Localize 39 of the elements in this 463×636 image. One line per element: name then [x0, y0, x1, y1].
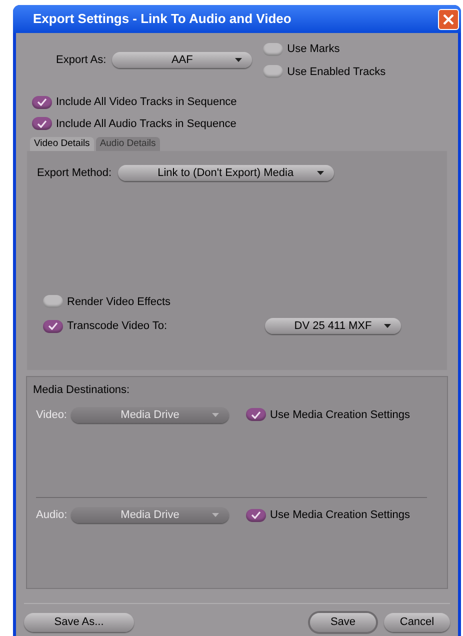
- checkbox[interactable]: [263, 42, 284, 56]
- window-title: Export Settings - Link To Audio and Video: [33, 10, 292, 28]
- dropdown[interactable]: Link to (Don't Export) Media: [118, 165, 334, 182]
- close-button[interactable]: [438, 8, 459, 30]
- option-label: Transcode Video To:: [67, 319, 168, 334]
- export-as-label: Export As:: [56, 53, 106, 68]
- checked-checkbox[interactable]: [32, 117, 52, 130]
- dropdown[interactable]: DV 25 411 MXF: [265, 318, 401, 334]
- caret-icon: [316, 171, 324, 176]
- dropdown[interactable]: AAF: [112, 52, 252, 68]
- option-label: Use Enabled Tracks: [287, 64, 386, 80]
- check-icon: [37, 98, 47, 106]
- check-icon: [48, 322, 58, 330]
- option-label: Use Media Creation Settings: [270, 408, 410, 422]
- destination-label: Video:: [36, 408, 68, 422]
- caret-icon: [384, 324, 391, 328]
- section-title: Media Destinations:: [33, 383, 131, 398]
- checkbox[interactable]: [43, 295, 63, 308]
- destination-label: Audio:: [36, 508, 68, 523]
- export-method-label: Export Method:: [37, 166, 112, 181]
- checked-checkbox[interactable]: [32, 96, 52, 109]
- option-label: Render Video Effects: [67, 294, 171, 310]
- caret-icon: [212, 513, 219, 518]
- option-label: Include All Audio Tracks in Sequence: [56, 116, 236, 132]
- dialog-button[interactable]: Save: [310, 613, 376, 632]
- option-label: Use Marks: [287, 42, 340, 57]
- checked-checkbox[interactable]: [43, 320, 63, 333]
- close-icon: [443, 14, 454, 24]
- option-label: Include All Video Tracks in Sequence: [56, 95, 237, 110]
- option-label: Use Media Creation Settings: [270, 508, 410, 523]
- check-icon: [37, 120, 47, 128]
- tab[interactable]: Video Details: [30, 137, 94, 151]
- check-icon: [251, 410, 261, 419]
- dialog-button[interactable]: Cancel: [384, 613, 450, 632]
- dialog-button[interactable]: Save As...: [24, 613, 134, 632]
- caret-icon: [235, 58, 242, 62]
- caret-icon: [212, 412, 219, 417]
- check-icon: [251, 511, 261, 520]
- checkbox[interactable]: [263, 65, 284, 78]
